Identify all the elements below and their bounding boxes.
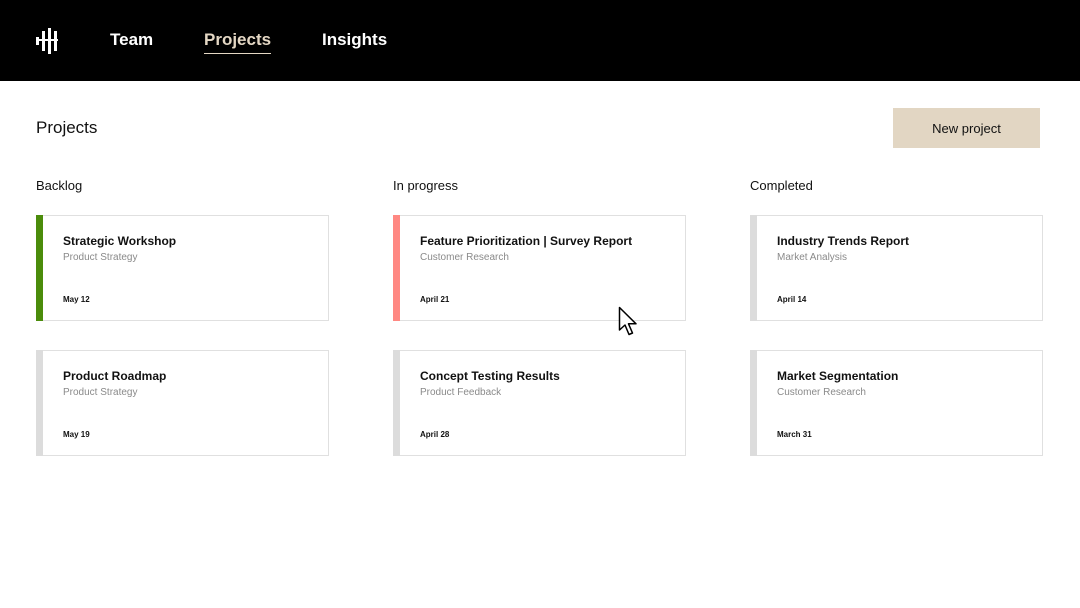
page-title: Projects bbox=[36, 118, 98, 137]
nav-link-insights[interactable]: Insights bbox=[322, 30, 387, 54]
card-category: Market Analysis bbox=[777, 252, 848, 263]
new-project-button[interactable]: New project bbox=[893, 108, 1040, 148]
column-backlog: Backlog Strategic Workshop Product Strat… bbox=[36, 178, 329, 456]
card-category: Product Strategy bbox=[63, 252, 138, 263]
card-date: March 31 bbox=[777, 430, 812, 439]
column-completed: Completed Industry Trends Report Market … bbox=[750, 178, 1043, 456]
card-date: April 14 bbox=[777, 295, 807, 304]
card-status-accent bbox=[393, 215, 400, 321]
column-title: Backlog bbox=[36, 178, 83, 193]
nav-link-label: Projects bbox=[204, 30, 272, 49]
card-status-accent bbox=[36, 350, 43, 456]
card-title: Industry Trends Report bbox=[777, 234, 910, 248]
top-navigation-bar: Team Projects Insights bbox=[0, 0, 1080, 81]
card-status-accent bbox=[393, 350, 400, 456]
project-card[interactable]: Feature Prioritization | Survey Report C… bbox=[393, 215, 686, 321]
project-card[interactable]: Product Roadmap Product Strategy May 19 bbox=[36, 350, 329, 456]
card-category: Customer Research bbox=[420, 252, 509, 263]
project-card[interactable]: Concept Testing Results Product Feedback… bbox=[393, 350, 686, 456]
card-category: Customer Research bbox=[777, 387, 866, 398]
column-title: In progress bbox=[393, 178, 459, 193]
card-category: Product Feedback bbox=[420, 387, 502, 398]
card-title: Market Segmentation bbox=[777, 369, 899, 383]
project-card[interactable]: Market Segmentation Customer Research Ma… bbox=[750, 350, 1043, 456]
project-card[interactable]: Strategic Workshop Product Strategy May … bbox=[36, 215, 329, 321]
nav-link-team[interactable]: Team bbox=[110, 30, 153, 54]
card-status-accent bbox=[36, 215, 43, 321]
column-title: Completed bbox=[750, 178, 813, 193]
card-date: May 19 bbox=[63, 430, 90, 439]
active-nav-underline bbox=[204, 53, 272, 54]
nav-link-projects[interactable]: Projects bbox=[204, 30, 272, 54]
nav-link-label: Team bbox=[110, 30, 154, 49]
column-in-progress: In progress Feature Prioritization | Sur… bbox=[393, 178, 686, 456]
card-title: Concept Testing Results bbox=[420, 369, 560, 383]
nav-link-label: Insights bbox=[322, 30, 388, 49]
card-title: Feature Prioritization | Survey Report bbox=[420, 234, 633, 248]
card-date: April 28 bbox=[420, 430, 450, 439]
card-status-accent bbox=[750, 215, 757, 321]
project-card[interactable]: Industry Trends Report Market Analysis A… bbox=[750, 215, 1043, 321]
card-title: Strategic Workshop bbox=[63, 234, 177, 248]
card-category: Product Strategy bbox=[63, 387, 138, 398]
card-date: May 12 bbox=[63, 295, 90, 304]
card-date: April 21 bbox=[420, 295, 450, 304]
bars-logo-icon[interactable] bbox=[35, 28, 61, 54]
card-title: Product Roadmap bbox=[63, 369, 167, 383]
card-status-accent bbox=[750, 350, 757, 456]
